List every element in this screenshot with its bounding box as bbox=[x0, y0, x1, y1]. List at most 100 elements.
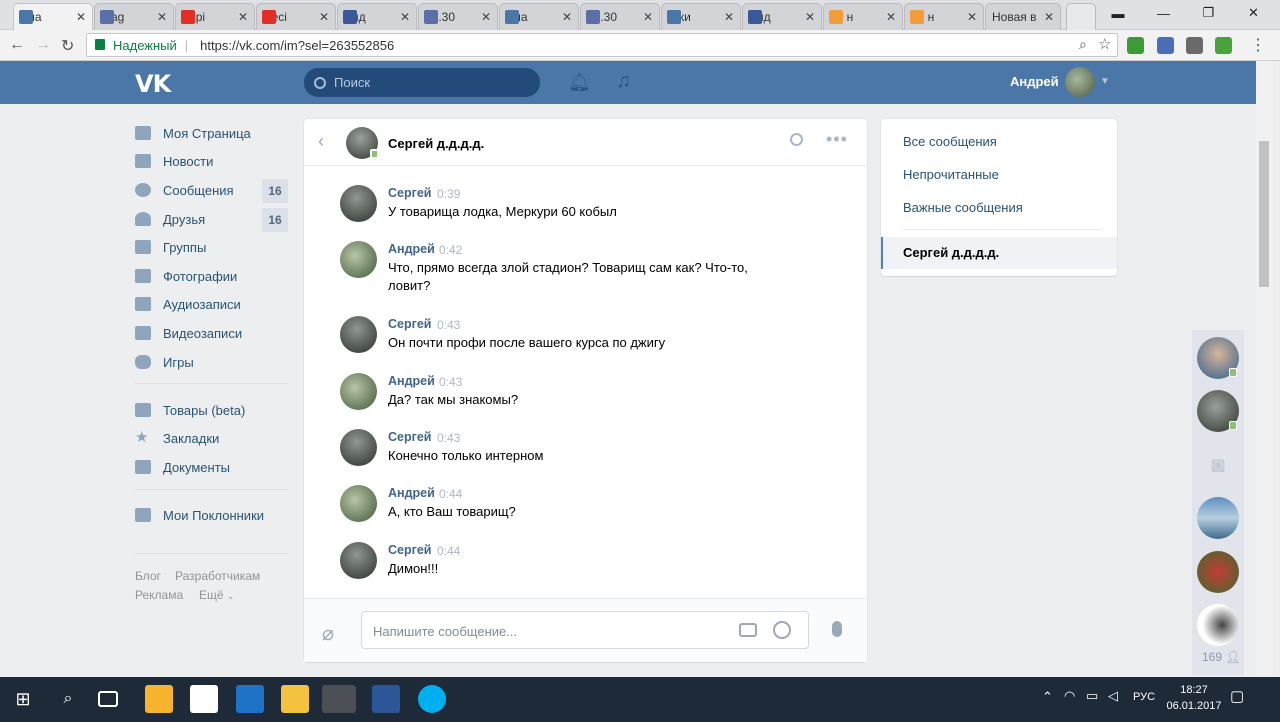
friend-avatar[interactable] bbox=[1197, 497, 1239, 539]
close-icon[interactable]: ✕ bbox=[400, 10, 410, 24]
avatar[interactable] bbox=[340, 185, 377, 222]
nav-games[interactable]: Игры bbox=[135, 351, 194, 373]
omnibox[interactable]: Надежный | https://vk.com/im?sel=2635528… bbox=[86, 33, 1118, 57]
nav-messages[interactable]: Сообщения bbox=[135, 179, 234, 201]
browser-tab[interactable]: Джи✕ bbox=[661, 3, 741, 30]
search-icon[interactable] bbox=[790, 133, 803, 146]
filter-important[interactable]: Важные сообщения bbox=[903, 200, 1023, 215]
reload-icon[interactable]: ↻ bbox=[61, 36, 74, 56]
browser-tab[interactable]: Анд✕ bbox=[337, 3, 417, 30]
message-time[interactable]: 0:43 bbox=[437, 431, 460, 445]
back-arrow-icon[interactable]: ← bbox=[9, 36, 25, 54]
avatar[interactable] bbox=[1065, 67, 1095, 97]
scrollbar-thumb[interactable] bbox=[1259, 141, 1269, 287]
message-time[interactable]: 0:43 bbox=[439, 375, 462, 389]
browser-tab[interactable]: Диа✕ bbox=[499, 3, 579, 30]
bag-extension-icon[interactable] bbox=[1186, 37, 1203, 54]
microphone-icon[interactable] bbox=[832, 621, 842, 637]
footer-blog-link[interactable]: Блог bbox=[135, 569, 161, 583]
browser-tab[interactable]: Диа✕ bbox=[13, 3, 93, 30]
message-author[interactable]: Сергей bbox=[388, 430, 431, 444]
filter-unread[interactable]: Непрочитанные bbox=[903, 167, 999, 182]
nav-friends[interactable]: Друзья bbox=[135, 208, 205, 230]
message-time[interactable]: 0:42 bbox=[439, 243, 462, 257]
close-icon[interactable]: ✕ bbox=[319, 10, 329, 24]
more-dots-icon[interactable]: ••• bbox=[826, 129, 848, 150]
browser-tab[interactable]: Песі✕ bbox=[256, 3, 336, 30]
browser-tab[interactable]: Новая в ✕ bbox=[985, 3, 1061, 30]
message-author[interactable]: Сергей bbox=[388, 543, 431, 557]
message-author[interactable]: Андрей bbox=[388, 486, 435, 500]
online-count[interactable]: 169 👤︎ bbox=[1202, 650, 1241, 664]
browser-tab[interactable]: Кирі✕ bbox=[175, 3, 255, 30]
avatar[interactable] bbox=[340, 542, 377, 579]
nav-photos[interactable]: Фотографии bbox=[135, 265, 237, 287]
close-icon[interactable]: ✕ bbox=[76, 10, 86, 24]
browser-tab[interactable]: 14.30 ✕ bbox=[418, 3, 498, 30]
message-author[interactable]: Андрей bbox=[388, 242, 435, 256]
nav-market[interactable]: Товары (beta) bbox=[135, 399, 245, 421]
nav-groups[interactable]: Группы bbox=[135, 236, 206, 258]
avatar[interactable] bbox=[340, 485, 377, 522]
message-input[interactable]: Напишите сообщение... bbox=[361, 611, 809, 649]
close-window-button[interactable]: ✕ bbox=[1231, 0, 1276, 26]
footer-more-link[interactable]: Ещё ⌄ bbox=[199, 588, 234, 602]
friends-count-badge[interactable]: 16 bbox=[262, 208, 288, 232]
nav-news[interactable]: Новости bbox=[135, 150, 213, 172]
tray-chevron-icon[interactable]: ⌃ bbox=[1042, 689, 1053, 705]
green-extension-icon[interactable] bbox=[1215, 37, 1232, 54]
nav-bookmarks[interactable]: ★ Закладки bbox=[135, 427, 219, 449]
avatar[interactable] bbox=[340, 316, 377, 353]
message-time[interactable]: 0:39 bbox=[437, 187, 460, 201]
cart-extension-icon[interactable] bbox=[1157, 37, 1174, 54]
browser-tab[interactable]: Mag✕ bbox=[94, 3, 174, 30]
wifi-icon[interactable]: ◠ bbox=[1064, 688, 1075, 704]
notifications-bell-icon[interactable]: 🔔︎ bbox=[568, 72, 591, 93]
message-author[interactable]: Сергей bbox=[388, 317, 431, 331]
maximize-button[interactable]: ❐ bbox=[1186, 0, 1231, 26]
download-extension-icon[interactable] bbox=[1127, 37, 1144, 54]
clock[interactable]: 18:27 06.01.2017 bbox=[1166, 682, 1222, 714]
nav-my-page[interactable]: Моя Страница bbox=[135, 122, 251, 144]
nav-video[interactable]: Видеозаписи bbox=[135, 322, 242, 344]
avatar[interactable] bbox=[340, 373, 377, 410]
peer-name[interactable]: Сергей д.д.д.д. bbox=[388, 136, 484, 151]
friend-avatar[interactable] bbox=[1197, 551, 1239, 593]
chevron-down-icon[interactable]: ▼ bbox=[1100, 76, 1110, 87]
forward-arrow-icon[interactable]: → bbox=[35, 36, 51, 54]
chrome-icon[interactable] bbox=[322, 685, 356, 713]
search-icon[interactable]: ⌕ bbox=[54, 685, 82, 713]
message-author[interactable]: Сергей bbox=[388, 186, 431, 200]
menu-icon[interactable]: ⋮ bbox=[1250, 35, 1266, 55]
user-profile-icon[interactable]: ▬ bbox=[1103, 0, 1133, 26]
avatar[interactable] bbox=[340, 241, 377, 278]
nav-app-fans[interactable]: Мои Поклонники bbox=[135, 504, 264, 526]
avatar[interactable] bbox=[340, 429, 377, 466]
edge-browser-icon[interactable] bbox=[236, 685, 264, 713]
smiley-icon[interactable] bbox=[773, 621, 791, 639]
bookmark-star-icon[interactable]: ☆ bbox=[1098, 35, 1111, 53]
word-icon[interactable] bbox=[372, 685, 400, 713]
browser-tab[interactable]: 27 н✕ bbox=[904, 3, 984, 30]
close-icon[interactable]: ✕ bbox=[805, 10, 815, 24]
camera-placeholder-icon[interactable]: ◙ bbox=[1197, 444, 1239, 486]
browser-tab[interactable]: 14.30 ✕ bbox=[580, 3, 660, 30]
nav-documents[interactable]: Документы bbox=[135, 456, 230, 478]
footer-developers-link[interactable]: Разработчикам bbox=[175, 569, 260, 583]
windows-start-icon[interactable]: ⊞ bbox=[9, 685, 37, 713]
friend-avatar[interactable] bbox=[1197, 604, 1239, 646]
close-icon[interactable]: ✕ bbox=[157, 10, 167, 24]
footer-ads-link[interactable]: Реклама bbox=[135, 588, 183, 602]
back-chevron-icon[interactable]: ‹ bbox=[318, 131, 324, 152]
windows-store-icon[interactable] bbox=[190, 685, 218, 713]
close-icon[interactable]: ✕ bbox=[562, 10, 572, 24]
volume-icon[interactable]: ◁ bbox=[1108, 688, 1118, 704]
paperclip-icon[interactable]: ⌀ bbox=[322, 621, 334, 646]
url-text[interactable]: https://vk.com/im?sel=263552856 bbox=[200, 38, 394, 53]
close-icon[interactable]: ✕ bbox=[967, 10, 977, 24]
music-note-icon[interactable]: ♫ bbox=[616, 70, 631, 93]
vk-logo[interactable]: VK bbox=[135, 70, 171, 98]
header-user-name[interactable]: Андрей bbox=[1010, 74, 1059, 89]
close-icon[interactable]: ✕ bbox=[643, 10, 653, 24]
browser-tab[interactable]: Анд✕ bbox=[742, 3, 822, 30]
